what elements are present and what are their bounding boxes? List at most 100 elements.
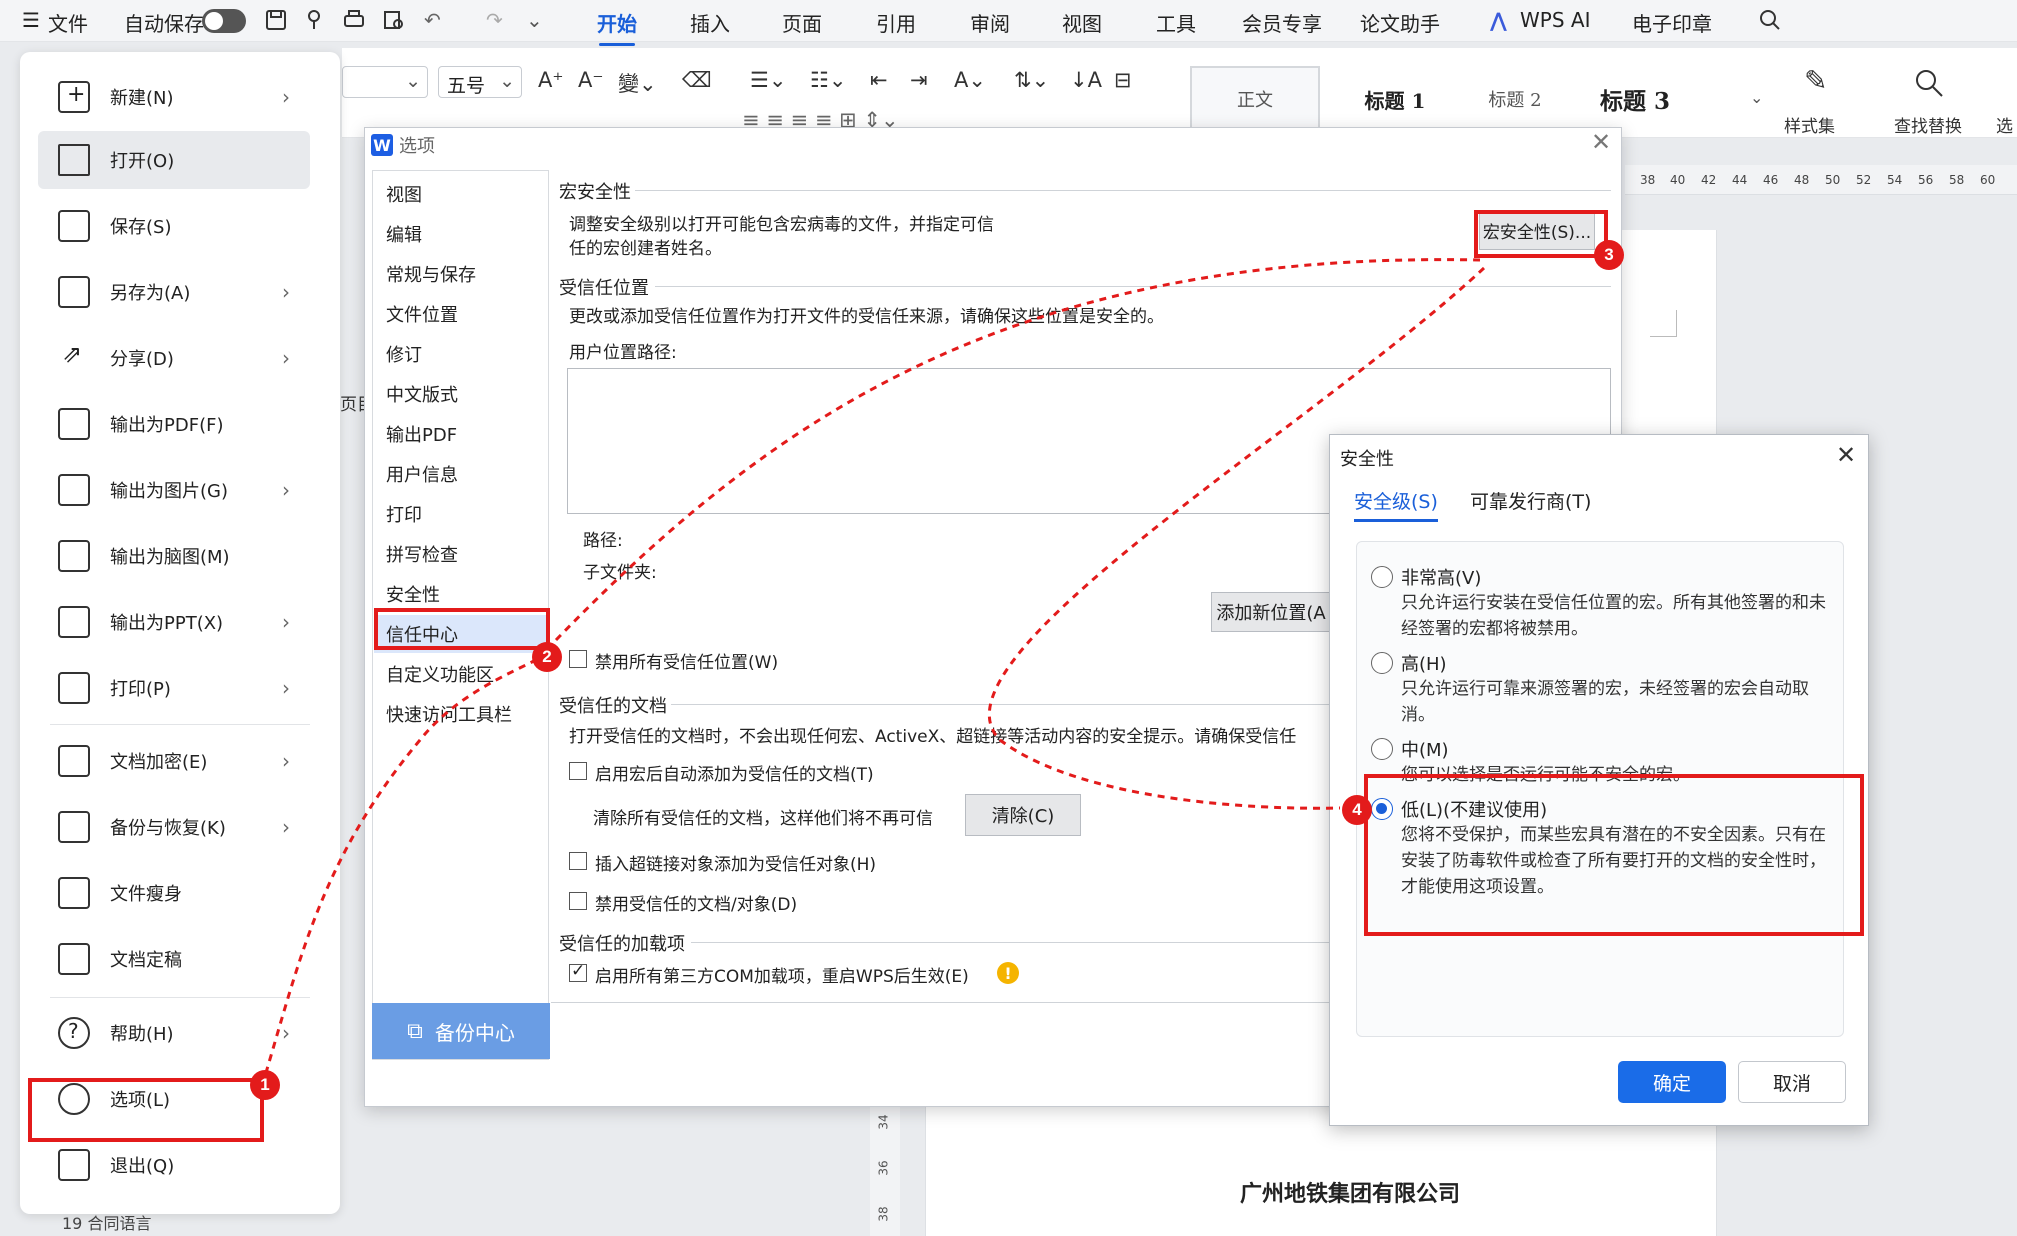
clear-format-icon[interactable]: ⌫ [682,68,712,92]
find-replace-label[interactable]: 查找替换 [1894,112,1962,137]
select-label[interactable]: 选 [1996,112,2013,137]
close-icon[interactable]: ✕ [1836,441,1856,469]
menu-item-export-ppt[interactable]: 输出为PPT(X) › [38,593,310,651]
section-divider [635,190,1611,191]
tab-security-level[interactable]: 安全级(S) [1354,487,1438,522]
autosave-toggle[interactable] [202,9,246,33]
font-name-combo[interactable]: ⌄ [342,66,428,98]
nav-user-info[interactable]: 用户信息 [374,455,547,493]
radio-high[interactable] [1371,652,1393,674]
level-very-high-desc: 只允许运行安装在受信任位置的宏。所有其他签署的和未经签署的宏都将被禁用。 [1401,593,1826,639]
style-set-label[interactable]: 样式集 [1784,112,1835,137]
increase-indent-icon[interactable]: ⇥ [910,68,928,92]
tab-review[interactable]: 审阅 [970,8,1010,37]
menu-item-open[interactable]: 打开(O) [38,131,310,189]
tab-home[interactable]: 开始 [597,8,637,46]
nav-edit[interactable]: 编辑 [374,215,547,253]
tab-insert[interactable]: 插入 [690,8,730,37]
share-icon[interactable] [300,6,328,34]
disable-trusted-doc-checkbox[interactable] [569,892,587,910]
quick-access-dropdown-icon[interactable]: ⌄ [526,8,543,32]
phonetic-guide-icon[interactable]: 變⌄ [618,68,657,98]
nav-quick-access-toolbar[interactable]: 快速访问工具栏 [374,695,547,733]
nav-print[interactable]: 打印 [374,495,547,533]
file-menu-button[interactable]: 文件 [48,8,88,37]
tab-wps-ai[interactable]: WPS AI [1520,8,1590,32]
hamburger-icon[interactable]: ☰ [22,8,40,32]
print-preview-icon[interactable] [380,6,408,34]
menu-item-new[interactable]: + 新建(N) › [38,68,310,126]
hyperlink-trusted-label: 插入超链接对象添加为受信任对象(H) [595,855,877,875]
menu-item-export-mindmap[interactable]: 输出为脑图(M) [38,527,310,585]
auto-add-trusted-label: 启用宏后自动添加为受信任的文档(T) [595,765,874,785]
search-icon[interactable] [1756,6,1784,34]
menu-item-save-as[interactable]: 另存为(A) › [38,263,310,321]
menu-item-encrypt[interactable]: 文档加密(E) › [38,732,310,790]
shrink-font-icon[interactable]: A⁻ [578,68,603,92]
font-size-combo[interactable]: 五号 ⌄ [438,66,522,98]
nav-export-pdf[interactable]: 输出PDF [374,415,547,453]
tab-member[interactable]: 会员专享 [1242,8,1322,37]
sort-icon[interactable]: ↓A [1070,68,1102,92]
step-badge-4: 4 [1342,795,1372,825]
line-spacing-icon[interactable]: ⇅⌄ [1014,68,1049,92]
nav-revision[interactable]: 修订 [374,335,547,373]
close-icon[interactable]: ✕ [1591,128,1611,156]
clear-button[interactable]: 清除(C) [965,794,1081,836]
tab-e-seal[interactable]: 电子印章 [1632,8,1712,37]
backup-center-button[interactable]: ⧉ 备份中心 [372,1003,550,1059]
radio-very-high[interactable] [1371,566,1393,588]
save-icon[interactable] [262,6,290,34]
hyperlink-trusted-checkbox[interactable] [569,852,587,870]
tab-page[interactable]: 页面 [782,8,822,37]
tab-thesis[interactable]: 论文助手 [1360,8,1440,37]
undo-icon[interactable]: ↶ [424,8,441,32]
grow-font-icon[interactable]: A⁺ [538,68,563,92]
menu-item-share[interactable]: ⇗ 分享(D) › [38,329,310,387]
nav-general-save[interactable]: 常规与保存 [374,255,547,293]
tab-trusted-publishers[interactable]: 可靠发行商(T) [1470,487,1591,514]
level-high-desc: 只允许运行可靠来源签署的宏，未经签署的宏会自动取消。 [1401,679,1809,725]
radio-medium[interactable] [1371,738,1393,760]
horizontal-ruler: 38 40 42 44 46 48 50 52 54 56 58 60 [1625,165,2017,195]
text-direction-icon[interactable]: A⌄ [954,68,986,92]
redo-icon[interactable]: ↷ [486,8,503,32]
decrease-indent-icon[interactable]: ⇤ [870,68,888,92]
style-heading-3[interactable]: 标题 3 [1580,66,1690,132]
menu-item-exit[interactable]: 退出(Q) [38,1136,310,1194]
ok-button[interactable]: 确定 [1618,1061,1726,1103]
enable-com-checkbox[interactable] [569,961,587,982]
nav-view[interactable]: 视图 [374,175,547,213]
style-heading-2[interactable]: 标题 2 [1460,66,1570,132]
menu-item-save[interactable]: 保存(S) [38,197,310,255]
menu-item-slim[interactable]: 文件瘦身 [38,864,310,922]
nav-file-location[interactable]: 文件位置 [374,295,547,333]
print-icon[interactable] [340,6,368,34]
cancel-button[interactable]: 取消 [1738,1061,1846,1103]
menu-item-print[interactable]: 打印(P) › [38,659,310,717]
nav-customize-ribbon[interactable]: 自定义功能区 [374,655,547,693]
find-replace-icon[interactable] [1912,66,1946,100]
nav-spell-check[interactable]: 拼写检查 [374,535,547,573]
style-normal[interactable]: 正文 [1190,66,1320,132]
show-marks-icon[interactable]: ⊟ [1114,68,1132,92]
menu-item-finalize[interactable]: 文档定稿 [38,930,310,988]
path-label: 路径: [583,531,623,551]
menu-item-export-pdf[interactable]: 输出为PDF(F) [38,395,310,453]
tab-reference[interactable]: 引用 [876,8,916,37]
tab-view[interactable]: 视图 [1062,8,1102,37]
add-location-button[interactable]: 添加新位置(A [1211,592,1331,632]
style-heading-1[interactable]: 标题 1 [1340,66,1450,132]
numbered-list-icon[interactable]: ☷⌄ [810,68,846,92]
bullet-list-icon[interactable]: ☰⌄ [750,68,786,92]
tab-tools[interactable]: 工具 [1156,8,1196,37]
menu-divider [50,724,310,725]
disable-all-locations-checkbox[interactable] [569,650,587,668]
menu-item-help[interactable]: ? 帮助(H) › [38,1004,310,1062]
menu-item-export-image[interactable]: 输出为图片(G) › [38,461,310,519]
menu-item-backup[interactable]: 备份与恢复(K) › [38,798,310,856]
style-set-icon[interactable]: ✎ [1804,64,1827,97]
auto-add-trusted-checkbox[interactable] [569,762,587,780]
nav-chinese-layout[interactable]: 中文版式 [374,375,547,413]
styles-more-icon[interactable]: ⌄ [1750,88,1763,107]
